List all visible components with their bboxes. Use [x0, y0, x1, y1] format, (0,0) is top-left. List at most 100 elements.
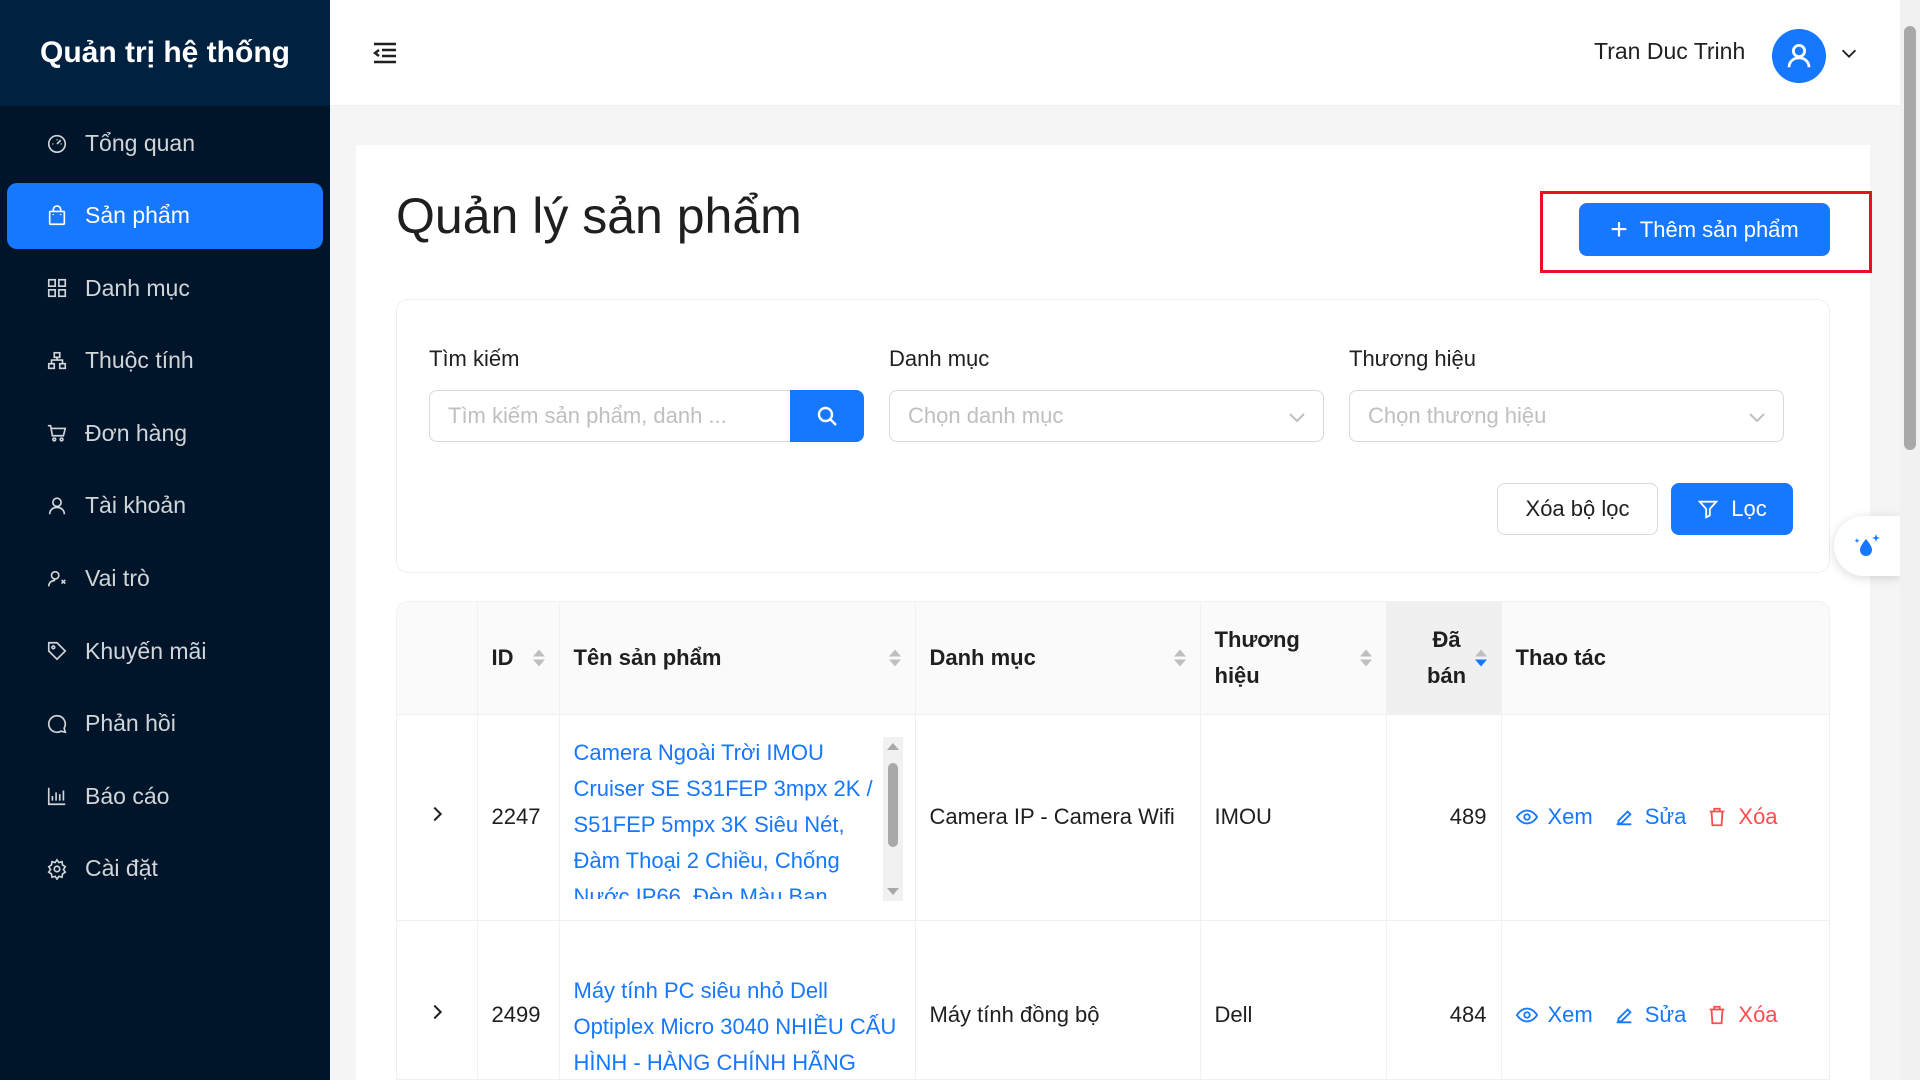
column-header-sold[interactable]: Đã bán	[1386, 602, 1502, 715]
expand-row-button[interactable]	[397, 920, 478, 1079]
filter-panel: Tìm kiếm Danh mục Chọn danh mục Thương h…	[396, 299, 1830, 573]
chevron-right-icon	[433, 1004, 442, 1020]
sidebar-item-label: Thuộc tính	[85, 347, 194, 374]
sidebar-item-products[interactable]: Sản phẩm	[7, 182, 323, 249]
product-name-link[interactable]: Camera Ngoài Trời IMOU Cruiser SE S31FEP…	[574, 735, 901, 899]
search-label: Tìm kiếm	[429, 346, 520, 371]
add-product-label: Thêm sản phẩm	[1639, 216, 1799, 242]
sidebar-item-feedback[interactable]: Phản hồi	[7, 691, 323, 757]
message-icon	[45, 712, 69, 736]
column-header-category[interactable]: Danh mục	[915, 602, 1201, 715]
sidebar-item-label: Tổng quan	[85, 129, 195, 156]
sidebar-item-label: Báo cáo	[85, 782, 170, 809]
sidebar-item-categories[interactable]: Danh mục	[7, 255, 323, 321]
cell-category: Máy tính đồng bộ	[915, 920, 1201, 1079]
cell-scrollbar[interactable]	[882, 736, 903, 901]
sidebar-item-label: Cài đặt	[85, 855, 158, 882]
sidebar-item-reports[interactable]: Báo cáo	[7, 763, 323, 829]
edit-label: Sửa	[1644, 1002, 1687, 1027]
sidebar-item-orders[interactable]: Đơn hàng	[7, 400, 323, 466]
filter-icon	[1697, 500, 1719, 519]
clear-filter-button[interactable]: Xóa bộ lọc	[1497, 483, 1658, 535]
search-icon	[817, 406, 837, 426]
column-label: Danh mục	[929, 644, 1036, 670]
sparkle-drop-icon	[1854, 534, 1880, 556]
sidebar: Quản trị hệ thống Tổng quan Sản phẩm Dan…	[0, 0, 330, 1080]
avatar[interactable]	[1772, 29, 1826, 83]
sort-icon[interactable]	[1359, 649, 1372, 667]
cell-category: Camera IP - Camera Wifi	[915, 714, 1201, 921]
sort-icon[interactable]	[1173, 649, 1186, 667]
floating-assistant-button[interactable]	[1834, 516, 1900, 576]
delete-button[interactable]: Xóa	[1706, 1002, 1778, 1028]
sidebar-item-settings[interactable]: Cài đặt	[7, 836, 323, 902]
column-label: Thương hiệu	[1214, 626, 1300, 688]
search-input[interactable]	[429, 390, 790, 442]
cell-brand: IMOU	[1200, 714, 1387, 921]
edit-button[interactable]: Sửa	[1613, 804, 1687, 830]
sidebar-item-attributes[interactable]: Thuộc tính	[7, 328, 323, 394]
sort-icon[interactable]	[888, 649, 901, 667]
cell-id: 2499	[477, 920, 560, 1079]
product-name-link[interactable]: Máy tính PC siêu nhỏ Dell Optiplex Micro…	[574, 949, 901, 1079]
brand-label: Thương hiệu	[1349, 346, 1477, 371]
filter-button[interactable]: Lọc	[1671, 483, 1793, 535]
bar-chart-icon	[45, 784, 69, 808]
delete-label: Xóa	[1738, 804, 1778, 829]
cluster-icon	[45, 349, 69, 373]
edit-label: Sửa	[1644, 804, 1687, 829]
category-select[interactable]: Chọn danh mục	[889, 390, 1324, 442]
column-label: Tên sản phẩm	[573, 644, 722, 670]
column-header-name[interactable]: Tên sản phẩm	[559, 602, 916, 715]
sort-icon[interactable]	[532, 649, 545, 667]
column-header-brand[interactable]: Thương hiệu	[1200, 602, 1387, 715]
user-name[interactable]: Tran Duc Trinh	[1594, 38, 1745, 65]
brand-select[interactable]: Chọn thương hiệu	[1349, 390, 1784, 442]
sidebar-nav: Tổng quan Sản phẩm Danh mục Thuộc tính Đ…	[0, 110, 330, 902]
page-title: Quản lý sản phẩm	[396, 188, 802, 244]
sort-descending-icon[interactable]	[1474, 649, 1487, 667]
scrollbar-thumb[interactable]	[1904, 26, 1916, 450]
tag-icon	[45, 639, 69, 663]
sidebar-item-accounts[interactable]: Tài khoản	[7, 473, 323, 539]
user-icon	[45, 494, 69, 518]
search-button[interactable]	[790, 390, 864, 442]
column-header-id[interactable]: ID	[477, 602, 560, 715]
chevron-down-icon[interactable]	[1838, 42, 1862, 66]
edit-button[interactable]: Sửa	[1613, 1002, 1687, 1028]
sidebar-item-promotions[interactable]: Khuyến mãi	[7, 618, 323, 684]
cell-brand: Dell	[1200, 920, 1387, 1079]
dashboard-icon	[45, 131, 69, 155]
cell-actions: Xem Sửa Xóa	[1501, 714, 1829, 921]
chevron-down-icon	[1747, 407, 1767, 427]
search-group	[429, 390, 864, 442]
user-icon	[1787, 44, 1811, 68]
product-table: ID Tên sản phẩm Danh mục Thương hiệu Đã …	[396, 601, 1830, 1080]
delete-label: Xóa	[1738, 1002, 1778, 1027]
cell-sold: 484	[1386, 920, 1502, 1079]
team-icon	[45, 567, 69, 591]
sidebar-item-label: Đơn hàng	[85, 419, 188, 446]
top-header: Tran Duc Trinh	[330, 0, 1900, 106]
chevron-right-icon	[433, 806, 442, 822]
table-row: 2247 Camera Ngoài Trời IMOU Cruiser SE S…	[397, 714, 1829, 921]
filter-button-label: Lọc	[1731, 496, 1767, 521]
column-header-actions: Thao tác	[1501, 602, 1829, 715]
page-scrollbar[interactable]	[1900, 0, 1920, 1080]
menu-fold-icon[interactable]	[370, 38, 400, 68]
cell-actions: Xem Sửa Xóa	[1501, 920, 1829, 1079]
sidebar-item-label: Tài khoản	[85, 492, 187, 519]
view-button[interactable]: Xem	[1515, 804, 1593, 830]
expand-row-button[interactable]	[397, 714, 478, 921]
view-button[interactable]: Xem	[1515, 1002, 1593, 1028]
eye-icon	[1515, 1007, 1538, 1023]
add-product-button[interactable]: + Thêm sản phẩm	[1579, 203, 1830, 256]
sidebar-item-roles[interactable]: Vai trò	[7, 546, 323, 612]
sidebar-item-label: Phản hồi	[85, 710, 176, 737]
category-placeholder: Chọn danh mục	[908, 403, 1064, 428]
trash-icon	[1710, 807, 1725, 827]
view-label: Xem	[1547, 1002, 1593, 1027]
sidebar-item-overview[interactable]: Tổng quan	[7, 110, 323, 176]
cell-name: Máy tính PC siêu nhỏ Dell Optiplex Micro…	[559, 920, 916, 1079]
delete-button[interactable]: Xóa	[1706, 804, 1778, 830]
